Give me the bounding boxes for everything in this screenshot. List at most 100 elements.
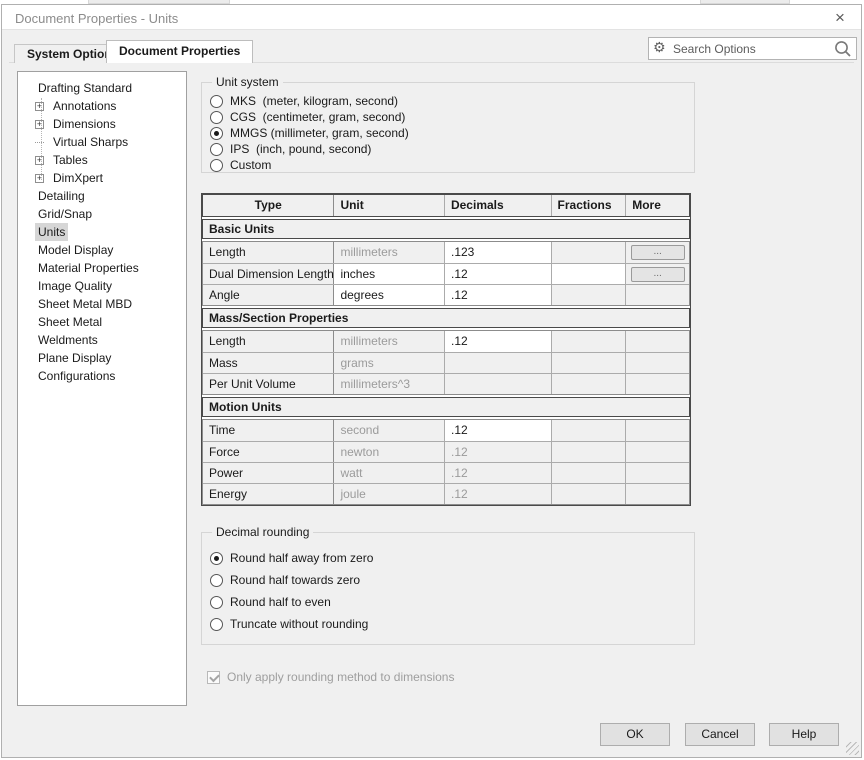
radio-unit-system-mks-meter-kilogram-second[interactable]: MKS (meter, kilogram, second) — [210, 93, 686, 109]
sidebar-item-drafting-standard[interactable]: Drafting Standard — [18, 79, 186, 97]
search-box: ⚙ — [648, 37, 857, 60]
radio-unit-system-ips-inch-pound-second[interactable]: IPS (inch, pound, second) — [210, 141, 686, 157]
sidebar-item-weldments[interactable]: Weldments — [18, 331, 186, 349]
radio-unit-system-cgs-centimeter-gram-second[interactable]: CGS (centimeter, gram, second) — [210, 109, 686, 125]
expand-plus-icon[interactable]: + — [35, 120, 44, 129]
decimals-cell[interactable]: .123 — [444, 242, 551, 263]
sidebar-item-plane-display[interactable]: Plane Display — [18, 349, 186, 367]
sidebar-item-virtual-sharps[interactable]: Virtual Sharps — [18, 133, 186, 151]
radio-decimal-rounding-round-half-towards-zero[interactable]: Round half towards zero — [210, 569, 686, 591]
unit-cell[interactable]: inches — [333, 264, 444, 284]
sidebar-item-label: Sheet Metal MBD — [35, 295, 135, 313]
fractions-cell — [551, 484, 626, 504]
sidebar-item-label: Weldments — [35, 331, 101, 349]
type-cell: Force — [203, 442, 333, 462]
radio-unit-system-mmgs-millimeter-gram-second[interactable]: MMGS (millimeter, gram, second) — [210, 125, 686, 141]
more-cell — [625, 420, 689, 441]
resize-grip[interactable] — [846, 742, 859, 755]
sidebar-item-tables[interactable]: +Tables — [18, 151, 186, 169]
more-cell — [625, 374, 689, 394]
sidebar-item-sheet-metal-mbd[interactable]: Sheet Metal MBD — [18, 295, 186, 313]
table-row-power: Powerwatt.12 — [203, 462, 689, 483]
sidebar-item-dimensions[interactable]: +Dimensions — [18, 115, 186, 133]
radio-decimal-rounding-truncate-without-rounding[interactable]: Truncate without rounding — [210, 613, 686, 635]
radio-icon — [210, 143, 223, 156]
type-cell: Per Unit Volume — [203, 374, 333, 394]
tab-document-properties[interactable]: Document Properties — [106, 40, 253, 63]
sidebar-item-image-quality[interactable]: Image Quality — [18, 277, 186, 295]
radio-decimal-rounding-round-half-away-from-zero[interactable]: Round half away from zero — [210, 547, 686, 569]
unit-cell: watt — [333, 463, 444, 483]
more-cell: ... — [625, 264, 689, 284]
radio-unit-system-custom[interactable]: Custom — [210, 157, 686, 173]
unit-cell[interactable]: degrees — [333, 285, 444, 305]
sidebar-item-label: Virtual Sharps — [50, 133, 131, 151]
sidebar-item-label: Model Display — [35, 241, 116, 259]
radio-icon — [210, 159, 223, 172]
more-cell — [625, 353, 689, 373]
more-cell — [625, 442, 689, 462]
type-cell: Angle — [203, 285, 333, 305]
section-title: Mass/Section Properties — [203, 309, 689, 327]
gear-icon[interactable]: ⚙ — [653, 39, 666, 56]
more-button[interactable]: ... — [631, 267, 685, 282]
type-cell: Energy — [203, 484, 333, 504]
column-header-more: More — [625, 195, 689, 216]
fractions-cell[interactable] — [551, 264, 626, 284]
section-rows-basic-units: Lengthmillimeters.123...Dual Dimension L… — [202, 241, 690, 306]
sidebar-item-dimxpert[interactable]: +DimXpert — [18, 169, 186, 187]
help-button[interactable]: Help — [769, 723, 839, 746]
sidebar-item-configurations[interactable]: Configurations — [18, 367, 186, 385]
section-header-basic-units: Basic Units — [202, 219, 690, 239]
column-header-decimals: Decimals — [444, 195, 551, 216]
sidebar-item-label: Image Quality — [35, 277, 115, 295]
close-icon[interactable]: × — [829, 8, 851, 28]
sidebar-item-label: Drafting Standard — [35, 79, 135, 97]
sidebar-item-model-display[interactable]: Model Display — [18, 241, 186, 259]
section-title: Motion Units — [203, 398, 689, 416]
search-icon[interactable] — [834, 40, 852, 58]
decimals-cell: .12 — [444, 442, 551, 462]
table-row-mass: Massgrams — [203, 352, 689, 373]
ok-button[interactable]: OK — [600, 723, 670, 746]
unit-cell: millimeters — [333, 331, 444, 352]
radio-icon — [210, 127, 223, 140]
decimals-cell[interactable]: .12 — [444, 420, 551, 441]
titlebar: Document Properties - Units × — [2, 5, 861, 30]
settings-tree: Drafting Standard+Annotations+Dimensions… — [17, 71, 187, 706]
radio-label: IPS (inch, pound, second) — [230, 142, 371, 156]
section-header-motion-units: Motion Units — [202, 397, 690, 417]
rounding-checkbox-row: Only apply rounding method to dimensions — [201, 670, 695, 684]
section-title: Basic Units — [203, 220, 689, 238]
more-button[interactable]: ... — [631, 245, 685, 260]
radio-label: Round half to even — [230, 595, 331, 609]
expand-plus-icon[interactable]: + — [35, 102, 44, 111]
type-cell: Length — [203, 242, 333, 263]
decimals-cell[interactable]: .12 — [444, 331, 551, 352]
sidebar-item-material-properties[interactable]: Material Properties — [18, 259, 186, 277]
table-row-angle: Angledegrees.12 — [203, 284, 689, 305]
sidebar-item-annotations[interactable]: +Annotations — [18, 97, 186, 115]
sidebar-item-sheet-metal[interactable]: Sheet Metal — [18, 313, 186, 331]
section-rows-mass-section-properties: Lengthmillimeters.12MassgramsPer Unit Vo… — [202, 330, 690, 395]
type-cell: Length — [203, 331, 333, 352]
sidebar-item-label: Units — [35, 223, 68, 241]
expand-plus-icon[interactable]: + — [35, 174, 44, 183]
unit-cell: grams — [333, 353, 444, 373]
decimals-cell[interactable]: .12 — [444, 285, 551, 305]
fractions-cell — [551, 420, 626, 441]
radio-decimal-rounding-round-half-to-even[interactable]: Round half to even — [210, 591, 686, 613]
decimal-rounding-label: Decimal rounding — [212, 525, 313, 539]
sidebar-item-detailing[interactable]: Detailing — [18, 187, 186, 205]
expand-plus-icon[interactable]: + — [35, 156, 44, 165]
sidebar-item-grid-snap[interactable]: Grid/Snap — [18, 205, 186, 223]
column-header-type: Type — [203, 195, 333, 216]
sidebar-item-label: Material Properties — [35, 259, 142, 277]
fractions-cell — [551, 285, 626, 305]
decimals-cell[interactable]: .12 — [444, 264, 551, 284]
search-input[interactable] — [673, 39, 823, 58]
sidebar-item-units[interactable]: Units — [18, 223, 186, 241]
cancel-button[interactable]: Cancel — [685, 723, 755, 746]
unit-cell: newton — [333, 442, 444, 462]
table-row-time: Timesecond.12 — [203, 420, 689, 441]
